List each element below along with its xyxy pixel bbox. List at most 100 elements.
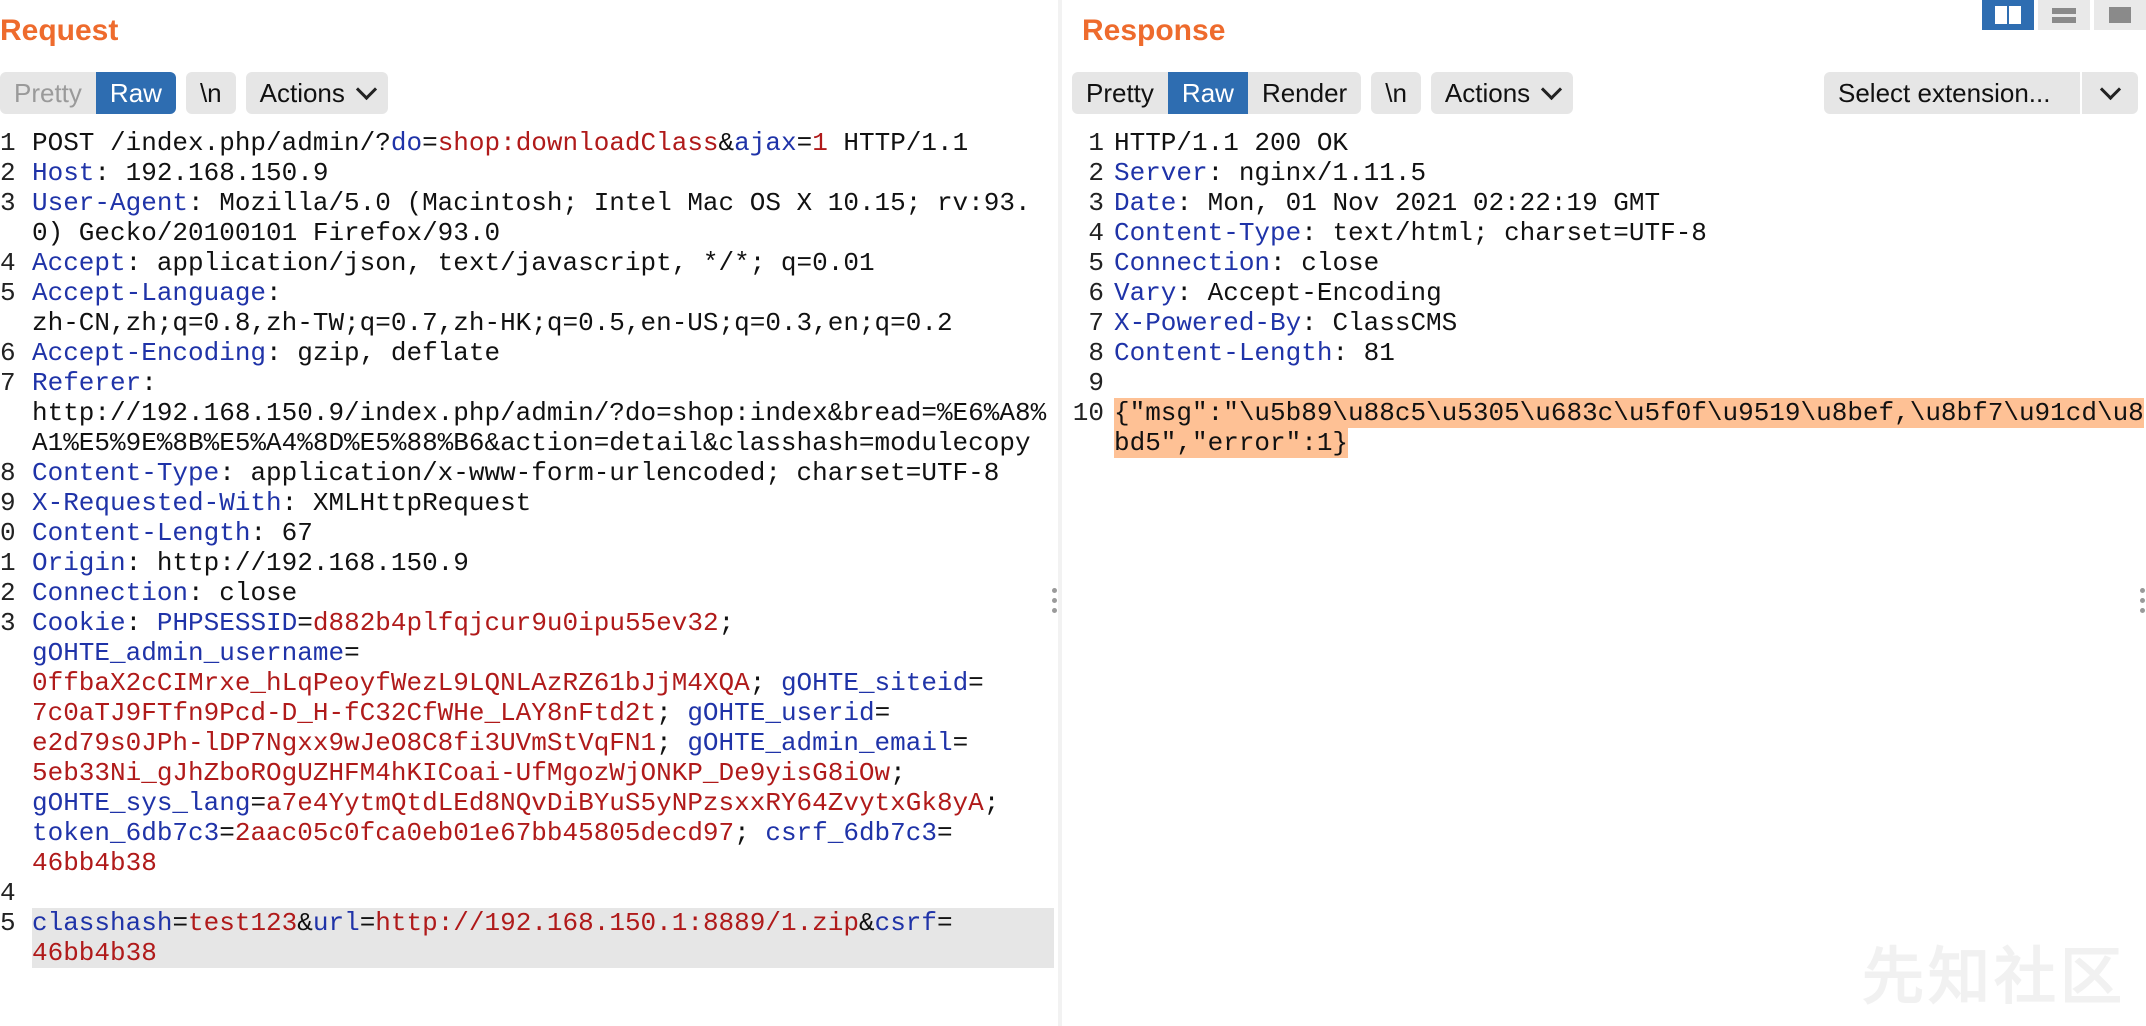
code-line: 1 HTTP/1.1 200 OK bbox=[1062, 128, 2146, 158]
request-toolbar: Pretty Raw \n Actions bbox=[0, 72, 388, 114]
code-line: 4 Content-Type: text/html; charset=UTF-8 bbox=[1062, 218, 2146, 248]
token-key: Host bbox=[32, 158, 95, 188]
token-key: gOHTE_admin_email bbox=[687, 728, 953, 758]
token-text: : 67 bbox=[250, 518, 313, 548]
token-text: = bbox=[219, 818, 235, 848]
code-line: 5 Connection: close bbox=[1062, 248, 2146, 278]
response-actions-button[interactable]: Actions bbox=[1430, 72, 1574, 114]
response-editor[interactable]: 1 HTTP/1.1 200 OK 2 Server: nginx/1.11.5 3 Da… bbox=[1062, 128, 2146, 458]
line-text: Server: nginx/1.11.5 bbox=[1114, 158, 2146, 188]
request-tab-raw[interactable]: Raw bbox=[95, 72, 176, 114]
response-title: Response bbox=[1082, 14, 1226, 47]
token-key: X-Powered-By bbox=[1114, 308, 1302, 338]
chevron-down-icon bbox=[2099, 78, 2121, 100]
code-line: 7 Referer: http://192.168.150.9/index.php… bbox=[0, 368, 1058, 458]
layout-tabs-icon[interactable] bbox=[2094, 0, 2146, 30]
layout-side-by-side-icon[interactable] bbox=[1982, 0, 2034, 30]
request-editor[interactable]: 1 POST /index.php/admin/?do=shop:download… bbox=[0, 128, 1058, 968]
line-text: Host: 192.168.150.9 bbox=[32, 158, 1054, 188]
layout-stacked-icon[interactable] bbox=[2038, 0, 2090, 30]
request-actions-button[interactable]: Actions bbox=[245, 72, 388, 114]
token-text: {"msg":"\u5b89\u88c5\u5305\u683c\u5f0f\u… bbox=[1114, 398, 2144, 458]
code-line: 3 Cookie: PHPSESSID=d882b4plfqjcur9u0ipu5… bbox=[0, 608, 1058, 878]
token-value: 0ffbaX2cCIMrxe_hLqPeoyfWezL9LQNLAzRZ61bJ… bbox=[32, 668, 750, 698]
code-line: 4 Accept: application/json, text/javascri… bbox=[0, 248, 1058, 278]
response-tab-render[interactable]: Render bbox=[1247, 72, 1362, 114]
line-text: POST /index.php/admin/?do=shop:downloadC… bbox=[32, 128, 1054, 158]
token-text: = bbox=[796, 128, 813, 158]
line-text bbox=[1114, 368, 2146, 398]
token-text: : text/html; charset=UTF-8 bbox=[1301, 218, 1707, 248]
line-text: Cookie: PHPSESSID=d882b4plfqjcur9u0ipu55… bbox=[32, 608, 1054, 878]
token-key: Vary bbox=[1114, 278, 1177, 308]
token-text: & bbox=[297, 908, 313, 938]
code-line: 9 X-Requested-With: XMLHttpRequest bbox=[0, 488, 1058, 518]
token-value: test123 bbox=[188, 908, 298, 938]
line-number: 4 bbox=[1088, 218, 1104, 248]
token-value: 5eb33Ni_gJhZboROgUZHFM4hKICoai-UfMgozWjO… bbox=[32, 758, 891, 788]
token-value: e2d79s0JPh-lDP7Ngxx9wJeO8C8fi3UVmStVqFN1 bbox=[32, 728, 657, 758]
token-text: = bbox=[874, 698, 891, 728]
token-text: & bbox=[718, 128, 735, 158]
token-key: Origin bbox=[32, 548, 126, 578]
request-title: Request bbox=[0, 14, 119, 47]
token-key: X-Requested-With bbox=[32, 488, 282, 518]
request-tab-pretty[interactable]: Pretty bbox=[0, 72, 96, 114]
token-key: csrf_6db7c3 bbox=[765, 818, 937, 848]
token-text: : http://192.168.150.9/index.php/admin/?… bbox=[32, 368, 1047, 458]
request-view-tabs: Pretty Raw bbox=[0, 72, 176, 114]
token-text: = bbox=[952, 728, 969, 758]
token-text: ; bbox=[890, 758, 906, 788]
token-text: : Accept-Encoding bbox=[1176, 278, 1442, 308]
token-text: HTTP/1.1 bbox=[827, 128, 969, 158]
line-text: Vary: Accept-Encoding bbox=[1114, 278, 2146, 308]
code-line: 2 Server: nginx/1.11.5 bbox=[1062, 158, 2146, 188]
line-number: 2 bbox=[0, 158, 16, 188]
token-text: : XMLHttpRequest bbox=[281, 488, 532, 518]
token-text: = bbox=[936, 818, 953, 848]
watermark: 先知社区 bbox=[1861, 943, 2126, 1012]
token-text: : close bbox=[188, 578, 298, 608]
line-text: Connection: close bbox=[1114, 248, 2146, 278]
line-text: Origin: http://192.168.150.9 bbox=[32, 548, 1054, 578]
token-value: 1 bbox=[812, 128, 828, 158]
response-tab-pretty[interactable]: Pretty bbox=[1072, 72, 1168, 114]
token-text: ; bbox=[734, 818, 766, 848]
line-number: 9 bbox=[1088, 368, 1104, 398]
token-text: : 81 bbox=[1332, 338, 1395, 368]
code-line: 4 bbox=[0, 878, 1058, 908]
response-tab-raw[interactable]: Raw bbox=[1167, 72, 1248, 114]
chevron-down-icon bbox=[1541, 78, 1563, 100]
request-newline-toggle[interactable]: \n bbox=[185, 72, 236, 114]
line-number: 2 bbox=[0, 578, 16, 608]
code-line: 3 Date: Mon, 01 Nov 2021 02:22:19 GMT bbox=[1062, 188, 2146, 218]
token-key: Date bbox=[1114, 188, 1177, 218]
response-view-tabs: Pretty Raw Render bbox=[1072, 72, 1362, 114]
code-line: 8 Content-Length: 81 bbox=[1062, 338, 2146, 368]
line-number: 10 bbox=[1072, 398, 1104, 428]
token-value: http://192.168.150.1:8889/1.zip bbox=[375, 908, 859, 938]
token-text: = bbox=[250, 788, 267, 818]
token-key: classhash bbox=[32, 908, 173, 938]
line-number: 2 bbox=[1088, 158, 1104, 188]
token-text: = bbox=[359, 908, 376, 938]
token-key: Content-Type bbox=[32, 458, 220, 488]
code-line: 2 Connection: close bbox=[0, 578, 1058, 608]
request-pane: Request Pretty Raw \n Actions 1 POST /ind… bbox=[0, 0, 1058, 1026]
line-number: 1 bbox=[1088, 128, 1104, 158]
token-text: = bbox=[937, 908, 953, 938]
token-key: Accept-Language bbox=[32, 278, 267, 308]
response-splitter-handle-icon[interactable] bbox=[2140, 588, 2146, 613]
response-newline-toggle[interactable]: \n bbox=[1371, 72, 1421, 114]
line-number: 8 bbox=[0, 458, 16, 488]
token-text: : ClassCMS bbox=[1301, 308, 1458, 338]
token-key: Content-Type bbox=[1114, 218, 1302, 248]
token-text: : application/x-www-form-urlencoded; cha… bbox=[219, 458, 1000, 488]
token-key: Connection bbox=[32, 578, 189, 608]
token-text: : close bbox=[1270, 248, 1380, 278]
token-key: Cookie bbox=[32, 608, 126, 638]
token-key: Connection bbox=[1114, 248, 1271, 278]
select-extension-dropdown[interactable]: Select extension... bbox=[1824, 72, 2138, 114]
token-text: : bbox=[125, 608, 157, 638]
line-text: Referer: http://192.168.150.9/index.php/… bbox=[32, 368, 1054, 458]
